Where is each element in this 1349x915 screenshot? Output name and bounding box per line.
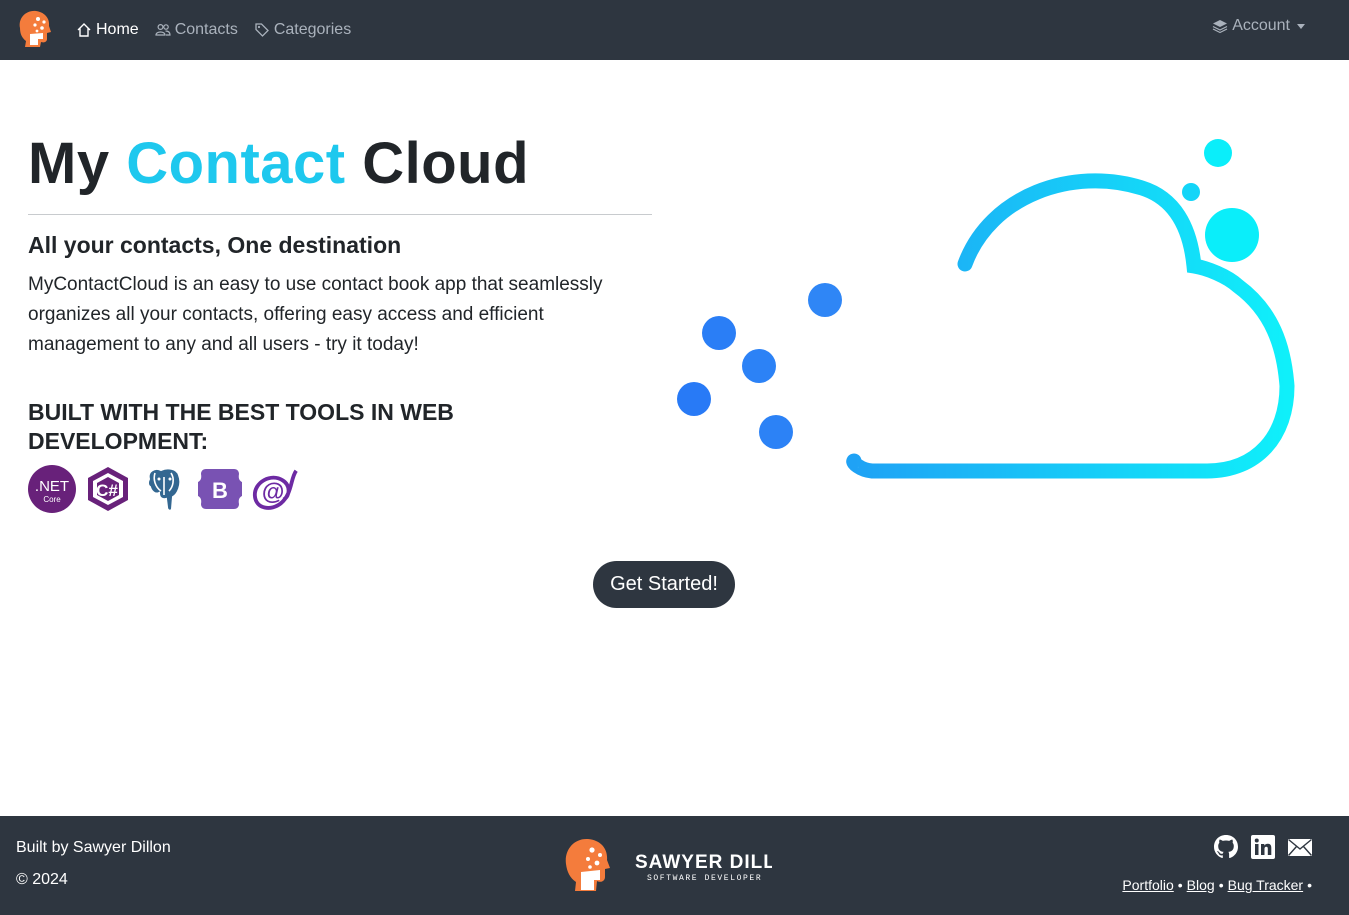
page-title: My Contact Cloud [28, 130, 529, 197]
nav-home-label: Home [96, 21, 139, 38]
separator-dot: • [1177, 877, 1183, 893]
account-dropdown[interactable]: Account [1212, 0, 1305, 52]
description: MyContactCloud is an easy to use contact… [28, 274, 603, 355]
cloud-speed-icon [677, 139, 1295, 479]
nav-contacts-label: Contacts [174, 21, 238, 38]
nav-categories-label: Categories [273, 21, 352, 38]
title-divider [28, 214, 652, 215]
postgresql-icon [140, 466, 188, 512]
dotnet-core-icon: .NET Core [28, 465, 76, 513]
title-part-1: My [28, 131, 110, 196]
footer-link-portfolio[interactable]: Portfolio [1122, 877, 1173, 893]
blazor-icon: @ [252, 466, 300, 512]
tools-list: .NET Core C# B @ [28, 465, 300, 513]
built-by-text: Built by Sawyer Dillon [16, 839, 171, 856]
copyright-text: © 2024 [16, 871, 68, 888]
sawyer-dillon-logo[interactable]: SAWYER DILLON SOFTWARE DEVELOPER [562, 836, 772, 894]
nav-contacts[interactable]: Contacts [155, 21, 238, 39]
logo-name: SAWYER DILLON [635, 852, 772, 873]
github-icon[interactable] [1213, 834, 1239, 860]
footer-link-blog[interactable]: Blog [1187, 877, 1215, 893]
bootstrap-text: B [212, 478, 228, 503]
footer-link-bug-tracker[interactable]: Bug Tracker [1228, 877, 1303, 893]
bootstrap-icon: B [196, 466, 244, 512]
get-started-button[interactable]: Get Started! [593, 561, 735, 608]
chevron-down-icon [1297, 23, 1305, 29]
logo-subtitle: SOFTWARE DEVELOPER [647, 874, 762, 883]
footer-links: Portfolio • Blog • Bug Tracker • [1122, 877, 1312, 893]
tagline: All your contacts, One destination [28, 232, 402, 258]
linkedin-icon[interactable] [1250, 834, 1276, 860]
people-icon [155, 23, 171, 36]
csharp-icon: C# [84, 466, 132, 512]
social-links [1213, 834, 1313, 860]
developer-head-logo-icon[interactable] [16, 8, 54, 48]
title-part-2: Cloud [362, 131, 530, 196]
blazor-text: @ [262, 479, 284, 505]
navbar: Home Contacts Categories Account [0, 0, 1349, 60]
tools-heading: BUILT WITH THE BEST TOOLS IN WEB DEVELOP… [28, 399, 454, 454]
csharp-text: C# [96, 481, 118, 500]
separator-dot: • [1218, 877, 1224, 893]
home-icon [77, 23, 91, 37]
mail-icon[interactable] [1287, 834, 1313, 860]
account-label: Account [1232, 17, 1290, 34]
layers-icon [1212, 20, 1228, 34]
tags-icon [255, 23, 269, 37]
nav-home[interactable]: Home [76, 21, 139, 39]
dotnet-subtext: Core [43, 495, 61, 504]
nav-categories[interactable]: Categories [254, 21, 351, 39]
dotnet-text: .NET [35, 478, 69, 495]
footer: Built by Sawyer Dillon © 2024 SAWYER DIL… [0, 816, 1349, 915]
separator-dot: • [1307, 877, 1312, 893]
title-accent: Contact [126, 131, 346, 196]
